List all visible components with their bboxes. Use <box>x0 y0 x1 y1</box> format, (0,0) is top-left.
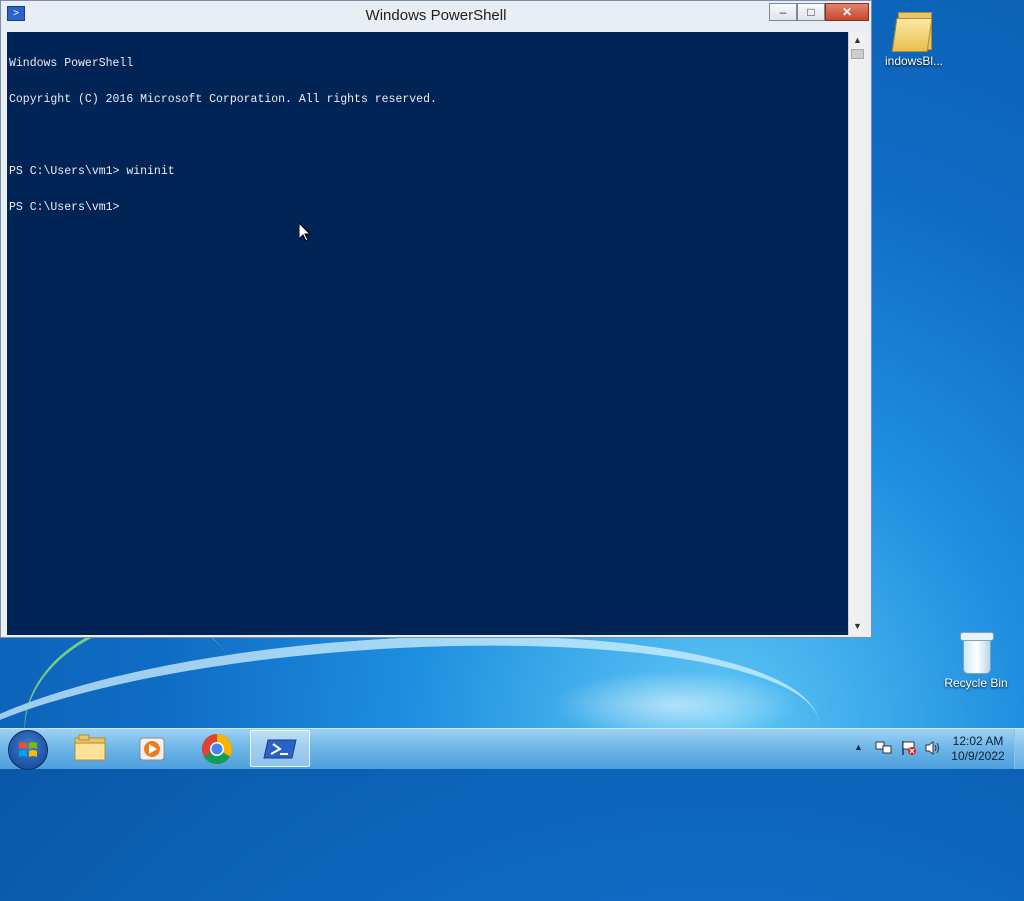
vertical-scrollbar[interactable]: ▲ ▼ <box>848 32 866 635</box>
powershell-window: > Windows PowerShell – □ ✕ Windows Power… <box>0 0 872 638</box>
minimize-button[interactable]: – <box>769 3 797 21</box>
console-output[interactable]: Windows PowerShell Copyright (C) 2016 Mi… <box>7 32 848 635</box>
windows-logo-icon <box>19 742 37 757</box>
desktop-icon-folder[interactable]: indowsBl... <box>872 6 956 68</box>
taskbar-media-player[interactable] <box>122 730 182 767</box>
start-button[interactable] <box>8 730 48 770</box>
taskbar: ▲ 12:02 AM 10/9/2022 <box>0 728 1024 770</box>
media-player-icon <box>139 737 165 761</box>
console-line: Windows PowerShell <box>9 57 134 70</box>
system-clock[interactable]: 12:02 AM 10/9/2022 <box>946 734 1010 764</box>
taskbar-powershell[interactable] <box>250 730 310 767</box>
tray-overflow-icon[interactable]: ▲ <box>854 742 863 752</box>
scrollbar-thumb[interactable] <box>851 49 864 59</box>
flag-icon[interactable] <box>900 740 918 759</box>
volume-icon[interactable] <box>924 740 942 759</box>
desktop-icon-recycle-bin[interactable]: Recycle Bin <box>934 630 1018 690</box>
console-line: Copyright (C) 2016 Microsoft Corporation… <box>9 93 437 106</box>
scroll-up-arrow-icon[interactable]: ▲ <box>849 32 866 49</box>
maximize-button[interactable]: □ <box>797 3 825 21</box>
show-desktop-button[interactable] <box>1014 729 1024 769</box>
window-title: Windows PowerShell <box>365 7 507 24</box>
console-line: PS C:\Users\vm1> wininit <box>9 165 175 178</box>
desktop-icon-label: Recycle Bin <box>944 676 1008 690</box>
network-icon[interactable] <box>875 740 893 759</box>
taskbar-chrome[interactable] <box>187 730 247 767</box>
title-bar[interactable]: > Windows PowerShell – □ ✕ <box>1 1 871 31</box>
desktop-icon-label: indowsBl... <box>884 54 944 68</box>
folder-icon <box>891 6 934 52</box>
powershell-icon <box>263 739 297 759</box>
clock-time: 12:02 AM <box>952 734 1004 748</box>
folder-icon <box>74 734 106 761</box>
console-prompt: PS C:\Users\vm1> <box>9 201 120 214</box>
scroll-down-arrow-icon[interactable]: ▼ <box>849 618 866 635</box>
chrome-icon <box>201 734 233 765</box>
recycle-bin-icon <box>960 630 994 674</box>
clock-date: 10/9/2022 <box>951 749 1005 763</box>
close-button[interactable]: ✕ <box>825 3 869 21</box>
taskbar-file-explorer[interactable] <box>60 730 120 767</box>
